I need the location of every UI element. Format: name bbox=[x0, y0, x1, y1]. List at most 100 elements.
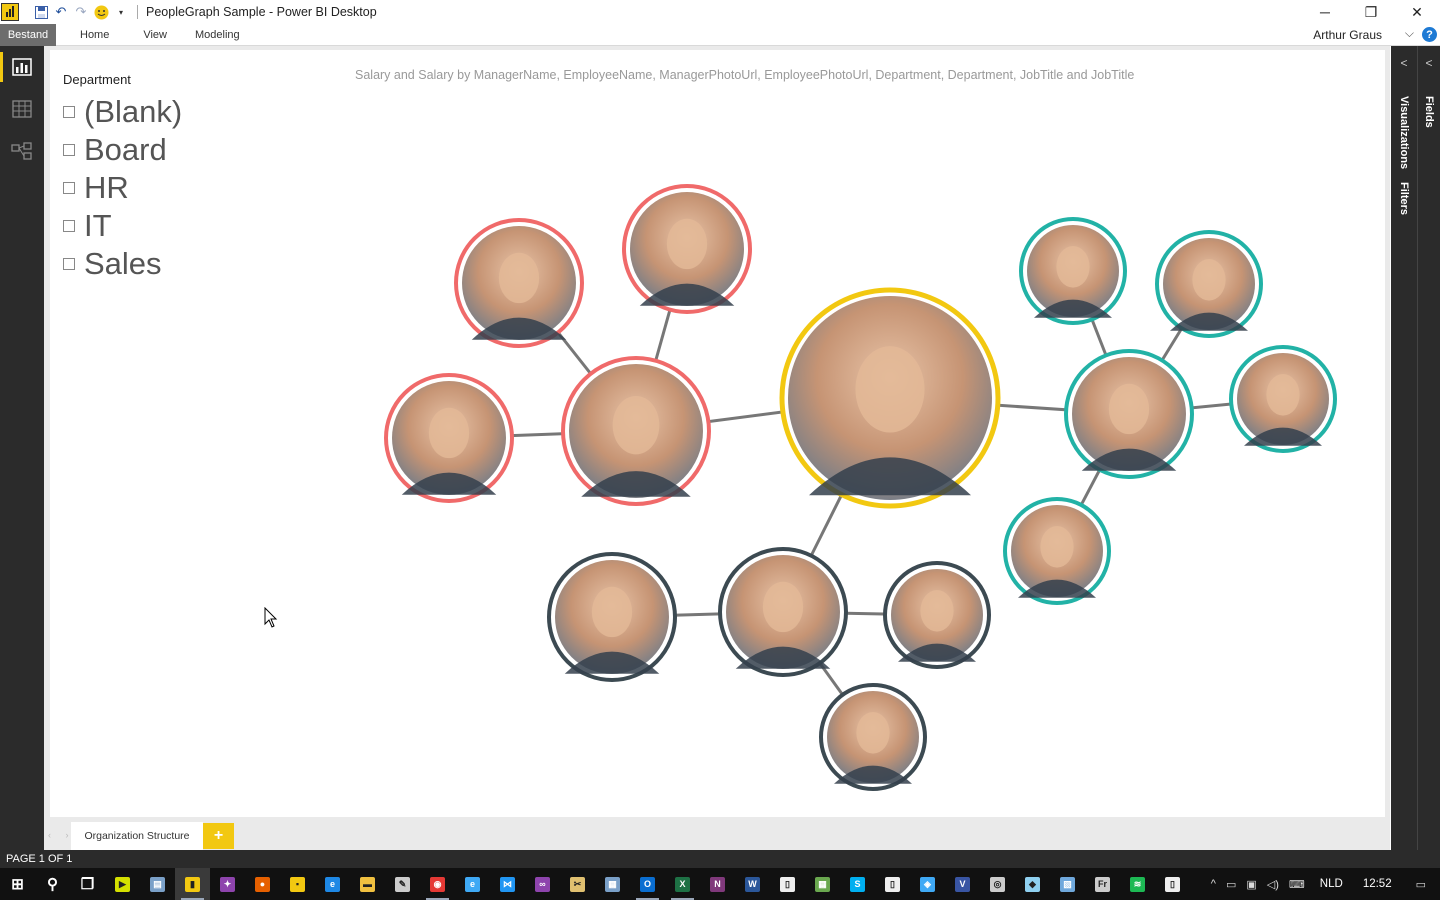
keyboard-icon[interactable]: ⌨ bbox=[1284, 878, 1310, 891]
person-node-teal-b[interactable] bbox=[1155, 230, 1263, 338]
firefox-icon: ● bbox=[255, 876, 270, 892]
taskbar-power-bi-button[interactable]: ▮ bbox=[175, 868, 210, 900]
taskbar-spotify-button[interactable]: ≋ bbox=[1120, 868, 1155, 900]
filters-pane-label[interactable]: Filters bbox=[1398, 182, 1410, 215]
battery-icon[interactable]: ▣ bbox=[1241, 878, 1261, 891]
taskbar-file-a-button[interactable]: ▯ bbox=[770, 868, 805, 900]
file-tab[interactable]: Bestand bbox=[0, 23, 56, 46]
customize-toolbar-icon[interactable]: ▾ bbox=[113, 4, 129, 20]
taskbar-sticky-button[interactable]: ▪ bbox=[280, 868, 315, 900]
person-node-teal-c[interactable] bbox=[1229, 345, 1337, 453]
taskbar-pc-button[interactable]: ▦ bbox=[595, 868, 630, 900]
taskbar-onenote-button[interactable]: N bbox=[700, 868, 735, 900]
quick-access-toolbar: ↶ ↷ ▾ bbox=[33, 4, 129, 20]
taskbar-skype-button[interactable]: S bbox=[840, 868, 875, 900]
taskbar-firefox-button[interactable]: ● bbox=[245, 868, 280, 900]
visual-studio-icon: ∞ bbox=[535, 876, 550, 892]
person-node-teal-a[interactable] bbox=[1019, 217, 1127, 325]
expand-chevron-icon[interactable]: < bbox=[1391, 56, 1417, 70]
taskbar-apps: ⊞ ⚲ ❐ ▶ ▤ ▮ ✦ ● ▪ e ▬ ✎ ◉ e ⋈ ∞ ✂ ▦ O X N W ▯ ▦ S ▯ ◈ V ◎ ◆ ▧ Fr ≋ ▯ bbox=[0, 868, 1190, 900]
smiley-feedback-icon[interactable] bbox=[93, 4, 109, 20]
taskbar-app-blue-button[interactable]: ◈ bbox=[910, 868, 945, 900]
taskbar-file-c-button[interactable]: ▯ bbox=[1155, 868, 1190, 900]
slicer-item-sales[interactable]: Sales bbox=[63, 241, 182, 287]
visualizations-pane-label[interactable]: Visualizations bbox=[1398, 96, 1410, 169]
taskbar-magnifier-button[interactable]: ◎ bbox=[980, 868, 1015, 900]
redo-icon[interactable]: ↷ bbox=[73, 4, 89, 20]
minimize-button[interactable]: ─ bbox=[1302, 0, 1348, 24]
tab-home[interactable]: Home bbox=[66, 29, 123, 41]
person-node-dark-right[interactable] bbox=[883, 561, 991, 669]
taskbar-outlook-button[interactable]: O bbox=[630, 868, 665, 900]
taskbar-visio-button[interactable]: V bbox=[945, 868, 980, 900]
checkbox[interactable] bbox=[63, 220, 75, 232]
taskbar-task-view-button[interactable]: ❐ bbox=[70, 868, 105, 900]
person-node-red-man-top[interactable] bbox=[622, 184, 752, 314]
tray-chevron-icon[interactable]: ^ bbox=[1206, 878, 1221, 890]
person-node-teal-d[interactable] bbox=[1003, 497, 1111, 605]
person-node-root[interactable] bbox=[779, 287, 1001, 509]
taskbar-edge-button[interactable]: e bbox=[315, 868, 350, 900]
taskbar-search-button[interactable]: ⚲ bbox=[35, 868, 70, 900]
person-node-red-woman[interactable] bbox=[454, 218, 584, 348]
taskbar-file-b-button[interactable]: ▯ bbox=[875, 868, 910, 900]
task-view-icon: ❐ bbox=[80, 876, 95, 893]
photos-icon: ▧ bbox=[1060, 876, 1075, 892]
tab-view[interactable]: View bbox=[129, 29, 181, 41]
taskbar-excel-button[interactable]: X bbox=[665, 868, 700, 900]
taskbar-frame-button[interactable]: Fr bbox=[1085, 868, 1120, 900]
undo-icon[interactable]: ↶ bbox=[53, 4, 69, 20]
tab-organization-structure[interactable]: Organization Structure bbox=[71, 822, 203, 850]
expand-chevron-icon[interactable]: < bbox=[1418, 56, 1440, 70]
restore-button[interactable]: ❐ bbox=[1348, 0, 1394, 24]
checkbox[interactable] bbox=[63, 106, 75, 118]
taskbar-explorer-button[interactable]: ▬ bbox=[350, 868, 385, 900]
taskbar-media-button[interactable]: ▶ bbox=[105, 868, 140, 900]
relationships-icon bbox=[11, 142, 32, 160]
visualizations-pane-collapsed[interactable]: < Visualizations Filters bbox=[1391, 46, 1418, 850]
app-purple-icon: ✦ bbox=[220, 876, 235, 892]
network-icon[interactable]: ▭ bbox=[1221, 878, 1241, 891]
view-switcher bbox=[0, 46, 44, 850]
signed-in-user[interactable]: Arthur Graus bbox=[1313, 28, 1382, 42]
taskbar-word-button[interactable]: W bbox=[735, 868, 770, 900]
notification-center-icon[interactable]: ▭ bbox=[1402, 878, 1440, 891]
taskbar-vscode-button[interactable]: ⋈ bbox=[490, 868, 525, 900]
clock[interactable]: 12:52 bbox=[1353, 878, 1402, 890]
close-button[interactable]: ✕ bbox=[1394, 0, 1440, 24]
relationships-view-button[interactable] bbox=[0, 130, 44, 172]
person-node-red-man-left[interactable] bbox=[384, 373, 514, 503]
taskbar-tool-button[interactable]: ✎ bbox=[385, 868, 420, 900]
onenote-icon: N bbox=[710, 876, 725, 892]
report-view-button[interactable] bbox=[0, 46, 44, 88]
volume-icon[interactable]: ◁) bbox=[1262, 878, 1284, 891]
add-page-button[interactable]: + bbox=[203, 823, 234, 849]
checkbox[interactable] bbox=[63, 144, 75, 156]
taskbar-app-purple-button[interactable]: ✦ bbox=[210, 868, 245, 900]
person-node-dark-manager[interactable] bbox=[718, 547, 848, 677]
taskbar-tools-button[interactable]: ✂ bbox=[560, 868, 595, 900]
ribbon-collapse-chevron-icon[interactable]: ⌵ bbox=[1405, 26, 1414, 41]
taskbar-start-button[interactable]: ⊞ bbox=[0, 868, 35, 900]
input-language[interactable]: NLD bbox=[1310, 878, 1353, 890]
checkbox[interactable] bbox=[63, 182, 75, 194]
checkbox[interactable] bbox=[63, 258, 75, 270]
taskbar-photos-button[interactable]: ▧ bbox=[1050, 868, 1085, 900]
taskbar-ie-button[interactable]: e bbox=[455, 868, 490, 900]
person-node-dark-bottom[interactable] bbox=[819, 683, 927, 791]
save-icon[interactable] bbox=[33, 4, 49, 20]
person-node-red-manager[interactable] bbox=[561, 356, 711, 506]
taskbar-chrome-button[interactable]: ◉ bbox=[420, 868, 455, 900]
help-icon[interactable]: ? bbox=[1422, 27, 1437, 42]
fields-pane-collapsed[interactable]: < Fields bbox=[1418, 46, 1440, 850]
person-node-dark-left[interactable] bbox=[547, 552, 677, 682]
tab-modeling[interactable]: Modeling bbox=[181, 29, 254, 41]
fields-pane-label[interactable]: Fields bbox=[1423, 96, 1435, 128]
taskbar-sheet-button[interactable]: ▦ bbox=[805, 868, 840, 900]
taskbar-visual-studio-button[interactable]: ∞ bbox=[525, 868, 560, 900]
taskbar-notes-button[interactable]: ▤ bbox=[140, 868, 175, 900]
data-view-button[interactable] bbox=[0, 88, 44, 130]
taskbar-app-cyan-button[interactable]: ◆ bbox=[1015, 868, 1050, 900]
report-view-icon bbox=[12, 58, 32, 76]
person-node-teal-manager[interactable] bbox=[1064, 349, 1194, 479]
